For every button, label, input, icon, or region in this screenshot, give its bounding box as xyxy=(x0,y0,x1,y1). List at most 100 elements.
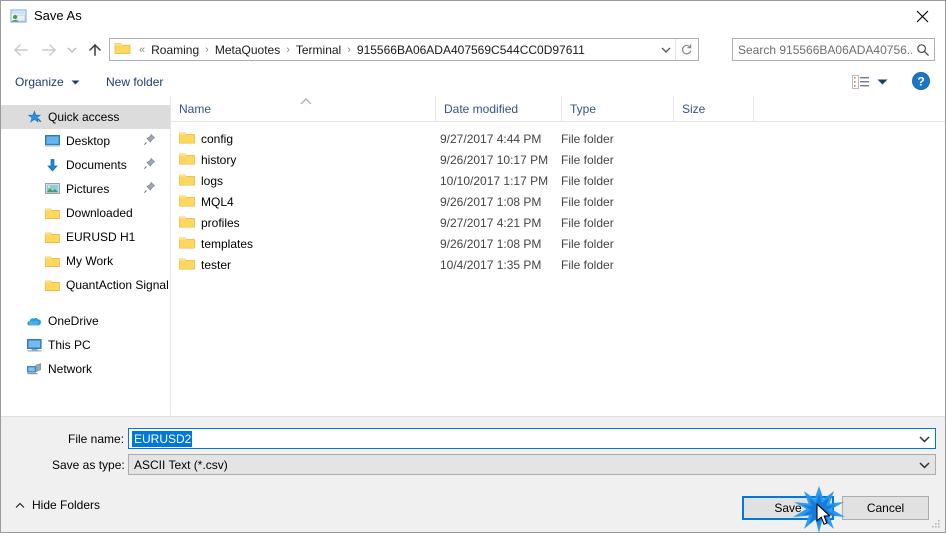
save-button[interactable]: Save xyxy=(742,496,834,520)
sidebar-item-this-pc[interactable]: This PC xyxy=(1,333,170,357)
sidebar-item-documents[interactable]: Documents xyxy=(1,153,170,177)
sidebar-item-quantaction-signal[interactable]: QuantAction Signal xyxy=(1,273,170,297)
folder-icon xyxy=(179,173,195,188)
column-header-label: Name xyxy=(179,101,212,116)
cell-date-modified: 9/27/2017 4:21 PM xyxy=(440,215,542,230)
folder-icon xyxy=(44,205,60,221)
sidebar-item-my-work[interactable]: My Work xyxy=(1,249,170,273)
column-header-label: Type xyxy=(570,101,597,116)
address-dropdown-button[interactable] xyxy=(657,39,675,60)
table-row[interactable]: templates 9/26/2017 1:08 PM File folder xyxy=(171,233,945,254)
folder-icon xyxy=(44,229,60,245)
organize-button[interactable]: Organize xyxy=(15,72,80,91)
sidebar-item-network[interactable]: Network xyxy=(1,357,170,381)
cell-name: logs xyxy=(201,173,224,188)
navigation-pane[interactable]: Quick access Desktop Documents Pictures … xyxy=(1,96,171,416)
table-row[interactable]: logs 10/10/2017 1:17 PM File folder xyxy=(171,170,945,191)
folder-icon xyxy=(179,194,195,209)
column-header-type[interactable]: Type xyxy=(561,96,673,121)
view-mode-dropdown[interactable] xyxy=(875,72,889,91)
hide-folders-button[interactable]: Hide Folders xyxy=(15,497,100,513)
column-header-label: Size xyxy=(682,101,706,116)
file-name-input[interactable]: EURUSD2 xyxy=(132,430,193,447)
sidebar-label: OneDrive xyxy=(48,314,99,328)
sidebar-item-quick-access[interactable]: Quick access xyxy=(1,105,170,129)
sidebar-item-onedrive[interactable]: OneDrive xyxy=(1,309,170,333)
close-button[interactable] xyxy=(899,1,945,31)
table-row[interactable]: history 9/26/2017 10:17 PM File folder xyxy=(171,149,945,170)
arrow-right-icon xyxy=(42,44,56,56)
breadcrumb-separator-0: « xyxy=(139,43,146,56)
breadcrumb-separator-2: › xyxy=(286,43,290,56)
save-as-type-combo[interactable]: ASCII Text (*.csv) xyxy=(128,454,936,475)
cell-name: MQL4 xyxy=(201,194,234,209)
new-folder-label: New folder xyxy=(106,74,164,89)
sidebar-item-downloaded[interactable]: Downloaded xyxy=(1,201,170,225)
breadcrumb-item-roaming[interactable]: Roaming xyxy=(150,42,200,58)
arrow-up-icon xyxy=(88,43,102,56)
search-input[interactable]: Search 915566BA06ADA40756... xyxy=(738,43,912,57)
folder-icon xyxy=(44,277,60,293)
arrow-left-icon xyxy=(14,44,28,56)
sidebar-item-eurusd-h1[interactable]: EURUSD H1 xyxy=(1,225,170,249)
list-view-icon xyxy=(852,74,869,89)
chevron-down-icon[interactable] xyxy=(916,429,933,448)
search-icon xyxy=(912,43,934,57)
cell-type: File folder xyxy=(561,257,614,272)
file-list-pane[interactable]: Name Date modified Type Size config 9/27… xyxy=(171,96,945,416)
cell-date-modified: 9/26/2017 10:17 PM xyxy=(440,152,549,167)
chevron-down-icon[interactable] xyxy=(916,455,933,474)
network-icon xyxy=(26,361,42,377)
forward-button[interactable] xyxy=(38,39,60,61)
cancel-button-label: Cancel xyxy=(866,501,905,515)
table-row[interactable]: profiles 9/27/2017 4:21 PM File folder xyxy=(171,212,945,233)
new-folder-button[interactable]: New folder xyxy=(106,72,163,91)
refresh-icon xyxy=(681,44,692,55)
breadcrumb-item-metaquotes[interactable]: MetaQuotes xyxy=(214,42,281,58)
cell-type: File folder xyxy=(561,215,614,230)
file-name-combo[interactable]: EURUSD2 xyxy=(128,428,936,449)
table-row[interactable]: config 9/27/2017 4:44 PM File folder xyxy=(171,128,945,149)
onedrive-cloud-icon xyxy=(26,313,42,329)
resize-grip-icon[interactable] xyxy=(930,518,942,530)
close-icon xyxy=(916,10,928,22)
pin-icon[interactable] xyxy=(143,157,157,171)
help-button[interactable]: ? xyxy=(911,71,931,91)
cell-date-modified: 10/4/2017 1:35 PM xyxy=(440,257,542,272)
view-mode-button[interactable] xyxy=(850,72,872,91)
breadcrumb-item-terminal[interactable]: Terminal xyxy=(295,42,342,58)
sidebar-item-desktop[interactable]: Desktop xyxy=(1,129,170,153)
pin-icon[interactable] xyxy=(143,181,157,195)
folder-icon xyxy=(179,215,195,230)
cell-date-modified: 10/10/2017 1:17 PM xyxy=(440,173,549,188)
save-as-app-icon xyxy=(10,8,27,25)
up-one-level-button[interactable] xyxy=(84,39,106,61)
address-bar[interactable]: « Roaming › MetaQuotes › Terminal › 9155… xyxy=(109,38,699,61)
column-header-date-modified[interactable]: Date modified xyxy=(435,96,561,121)
sidebar-label: Downloaded xyxy=(66,206,133,220)
help-question-icon: ? xyxy=(912,72,930,90)
chevron-up-icon xyxy=(15,498,25,512)
sidebar-label: Desktop xyxy=(66,134,111,148)
back-button[interactable] xyxy=(10,39,32,61)
cell-name: templates xyxy=(201,236,254,251)
cell-date-modified: 9/27/2017 4:44 PM xyxy=(440,131,542,146)
recent-locations-button[interactable] xyxy=(64,39,80,61)
save-form-area: File name: EURUSD2 Save as type: ASCII T… xyxy=(1,416,945,490)
desktop-icon xyxy=(44,133,60,149)
search-box[interactable]: Search 915566BA06ADA40756... xyxy=(732,38,935,61)
pin-icon[interactable] xyxy=(143,133,157,147)
sidebar-item-pictures[interactable]: Pictures xyxy=(1,177,170,201)
table-row[interactable]: tester 10/4/2017 1:35 PM File folder xyxy=(171,254,945,275)
folder-icon xyxy=(179,152,195,167)
breadcrumb-item-terminal-id[interactable]: 915566BA06ADA407569C544CC0D97611 xyxy=(356,42,586,58)
table-row[interactable]: MQL4 9/26/2017 1:08 PM File folder xyxy=(171,191,945,212)
title-bar: Save As xyxy=(1,1,945,32)
chevron-down-icon xyxy=(877,79,887,84)
refresh-button[interactable] xyxy=(675,39,697,60)
column-header-size[interactable]: Size xyxy=(673,96,753,121)
pictures-icon xyxy=(44,181,60,197)
cell-date-modified: 9/26/2017 1:08 PM xyxy=(440,194,542,209)
cancel-button[interactable]: Cancel xyxy=(842,496,929,520)
cell-name: config xyxy=(201,131,234,146)
